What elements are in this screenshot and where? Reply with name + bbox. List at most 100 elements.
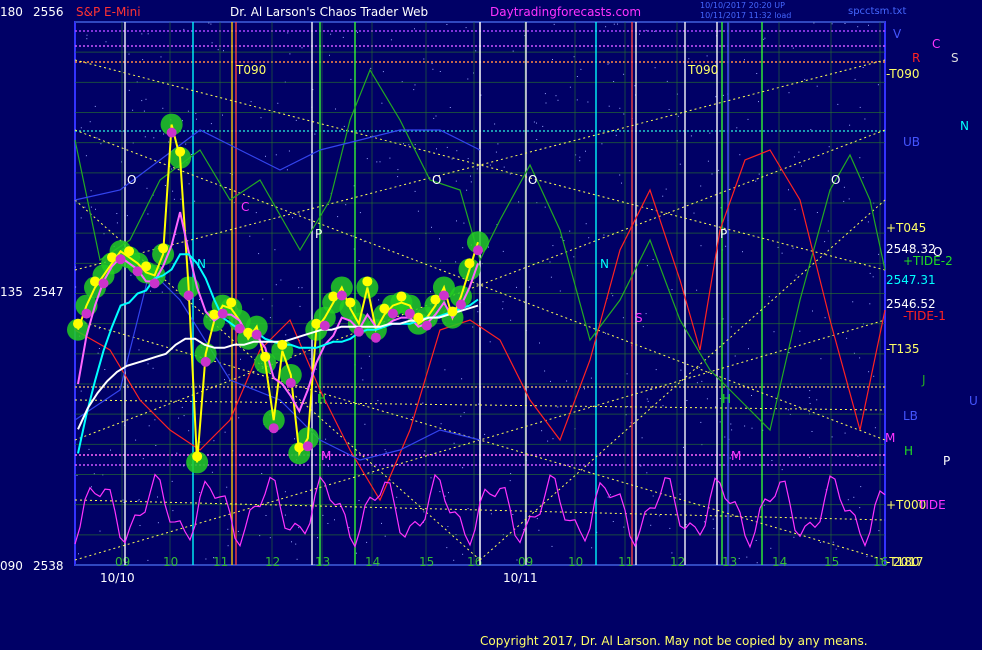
star-dot [217, 49, 219, 51]
star-dot [622, 317, 624, 319]
star-dot [147, 363, 149, 365]
swing-low-dot [115, 254, 126, 265]
star-dot [550, 276, 552, 278]
chaos-chart: 09101112131415160910111213141516S&P E-Mi… [0, 1, 978, 648]
star-dot [650, 524, 652, 526]
star-dot [141, 100, 143, 102]
star-dot [671, 289, 673, 291]
star-dot [157, 496, 158, 498]
star-dot [725, 245, 727, 247]
star-dot [161, 291, 163, 293]
star-dot [145, 98, 147, 100]
star-dot [859, 106, 861, 108]
star-dot [76, 474, 78, 476]
star-dot [585, 150, 586, 152]
star-dot [808, 397, 810, 399]
star-dot [877, 84, 879, 86]
star-dot [237, 530, 239, 532]
star-dot [178, 417, 180, 419]
swing-low-dot [421, 320, 432, 331]
star-dot [809, 390, 811, 392]
star-dot [274, 249, 276, 251]
star-dot [439, 238, 440, 240]
star-dot [110, 449, 111, 451]
right-label: J [921, 373, 926, 387]
star-dot [549, 261, 551, 263]
star-dot [804, 78, 806, 80]
star-dot [414, 144, 416, 146]
star-dot [465, 27, 467, 29]
star-dot [90, 190, 92, 192]
load-timestamp: 10/11/2017 11:32 load [700, 11, 791, 20]
star-dot [730, 423, 732, 425]
star-dot [431, 226, 432, 228]
star-dot [587, 101, 589, 103]
star-dot [213, 440, 215, 442]
star-dot [188, 183, 190, 185]
star-dot [746, 556, 748, 558]
right-label: 2017 [893, 555, 924, 569]
star-dot [503, 166, 505, 168]
star-dot [95, 208, 96, 210]
swing-low-dot [319, 320, 330, 331]
y-axis-angle-label: 135 [0, 285, 23, 299]
star-dot [793, 156, 795, 158]
star-dot [671, 552, 673, 554]
star-dot [277, 102, 279, 104]
star-dot [846, 337, 848, 339]
star-dot [199, 492, 201, 493]
star-dot [171, 168, 173, 170]
star-dot [228, 374, 230, 376]
star-dot [712, 518, 714, 520]
star-dot [659, 515, 661, 517]
swing-high-dot [294, 442, 305, 453]
swing-high-dot [447, 306, 458, 317]
star-dot [679, 163, 681, 165]
star-dot [612, 521, 614, 522]
star-dot [223, 50, 224, 52]
star-dot [147, 213, 149, 215]
star-dot [734, 355, 736, 357]
star-dot [444, 495, 446, 497]
star-dot [222, 114, 223, 116]
star-dot [345, 204, 347, 206]
star-dot [343, 125, 345, 127]
star-dot [820, 358, 822, 360]
star-dot [573, 256, 575, 258]
star-dot [792, 247, 794, 249]
star-dot [512, 50, 514, 52]
swing-low-dot [166, 127, 177, 138]
star-dot [742, 251, 743, 253]
star-dot [358, 500, 360, 501]
star-dot [89, 121, 91, 123]
star-dot [446, 547, 448, 549]
star-dot [122, 499, 124, 501]
star-dot [126, 215, 128, 217]
star-dot [335, 108, 336, 110]
star-dot [96, 137, 98, 139]
star-dot [132, 109, 134, 111]
star-dot [619, 107, 621, 109]
star-dot [864, 118, 866, 120]
hour-tick-label: 11 [213, 555, 228, 569]
date-label: 10/11 [503, 571, 538, 585]
hour-tick-label: 14 [365, 555, 380, 569]
star-dot [142, 458, 144, 460]
star-dot [847, 499, 849, 501]
star-dot [358, 260, 360, 262]
star-dot [317, 537, 318, 539]
star-dot [139, 525, 141, 526]
star-dot [816, 399, 818, 401]
star-dot [576, 99, 578, 101]
star-dot [430, 291, 431, 293]
in-chart-label: O [831, 173, 840, 187]
star-dot [436, 148, 437, 150]
star-dot [466, 189, 468, 191]
star-dot [706, 398, 708, 400]
star-dot [224, 431, 226, 433]
star-dot [654, 67, 656, 69]
star-dot [463, 222, 465, 224]
in-chart-label: S [635, 311, 643, 325]
star-dot [812, 310, 813, 312]
star-dot [327, 523, 329, 524]
